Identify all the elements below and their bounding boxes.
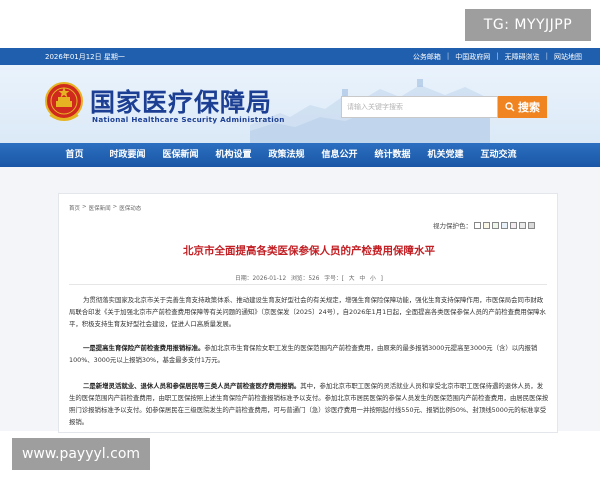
nav-item-home[interactable]: 首页 <box>48 143 101 167</box>
color-swatch[interactable] <box>483 221 490 229</box>
link-gov[interactable]: 中国政府网 <box>455 52 490 62</box>
color-swatch[interactable] <box>510 221 517 229</box>
national-emblem-icon <box>45 82 83 121</box>
article-panel: 首页 > 医保新闻 > 医保动态 视力保护色： 北京市全面提高各类医保参保人员的… <box>58 193 558 433</box>
nav-item-policy[interactable]: 政策法规 <box>260 143 313 167</box>
nav-item-healthcare-news[interactable]: 医保新闻 <box>154 143 207 167</box>
article-paragraph-3: 二是新增灵活就业、退休人员和参保居民等三类人员产前检查医疗费用报销。其中，参加北… <box>69 380 549 428</box>
breadcrumb: 首页 > 医保新闻 > 医保动态 <box>69 204 141 212</box>
paragraph-3-lead: 二是新增灵活就业、退休人员和参保居民等三类人员产前检查医疗费用报销。 <box>83 382 301 390</box>
nav-item-disclosure[interactable]: 信息公开 <box>313 143 366 167</box>
eye-protection-colors: 视力保护色： <box>433 220 535 230</box>
eye-protection-label: 视力保护色： <box>433 222 472 230</box>
top-bar: 2026年01月12日 星期一 公务邮箱 | 中国政府网 | 无障碍浏览 | 网… <box>0 48 600 65</box>
search-input[interactable]: 请输入关键字搜索 <box>341 96 498 118</box>
link-separator: | <box>545 52 548 60</box>
color-swatch[interactable] <box>519 221 526 229</box>
paragraph-2-lead: 一是提高生育保险产前检查费用报销标准。 <box>83 344 205 352</box>
link-mail[interactable]: 公务邮箱 <box>413 52 441 62</box>
breadcrumb-news[interactable]: 医保新闻 <box>89 204 111 212</box>
site-title: 国家医疗保障局 <box>90 88 273 117</box>
nav-item-news[interactable]: 时政要闻 <box>101 143 154 167</box>
link-separator: | <box>446 52 450 60</box>
nav-item-statistics[interactable]: 统计数据 <box>366 143 419 167</box>
article-title: 北京市全面提高各类医保参保人员的产检费用保障水平 <box>183 245 435 257</box>
nav-item-organization[interactable]: 机构设置 <box>207 143 260 167</box>
link-sitemap[interactable]: 网站地图 <box>554 52 582 62</box>
breadcrumb-current[interactable]: 医保动态 <box>119 204 141 212</box>
topbar-links: 公务邮箱 | 中国政府网 | 无障碍浏览 | 网站地图 <box>413 52 582 62</box>
divider <box>69 284 547 285</box>
site-title-english: National Healthcare Security Administrat… <box>92 115 285 124</box>
search-icon <box>505 102 515 112</box>
color-swatch[interactable] <box>501 221 508 229</box>
color-swatch[interactable] <box>492 221 499 229</box>
link-separator: | <box>496 52 499 60</box>
search-button[interactable]: 搜索 <box>498 96 547 118</box>
topbar-date: 2026年01月12日 星期一 <box>45 53 125 61</box>
watermark-url: www.payyyl.com <box>12 438 150 470</box>
breadcrumb-separator: > <box>112 204 118 210</box>
watermark-tg: TG: MYYJJPP <box>465 9 591 41</box>
nav-item-party[interactable]: 机关党建 <box>419 143 472 167</box>
nav-item-interaction[interactable]: 互动交流 <box>472 143 525 167</box>
color-swatch[interactable] <box>528 221 535 229</box>
link-accessibility[interactable]: 无障碍浏览 <box>505 52 540 62</box>
article-paragraph-2: 一是提高生育保险产前检查费用报销标准。参加北京市生育保险女职工发生的医保范围内产… <box>69 342 549 366</box>
breadcrumb-separator: > <box>82 204 87 210</box>
search-button-label: 搜索 <box>518 101 540 114</box>
main-nav: 首页 时政要闻 医保新闻 机构设置 政策法规 信息公开 统计数据 机关党建 互动… <box>0 143 600 167</box>
header-banner: 国家医疗保障局 National Healthcare Security Adm… <box>0 65 600 143</box>
article-meta: 日期：2026-01-12 浏览：526 字号：[ 大 中 小 ] <box>235 276 383 282</box>
article-paragraph-1: 为贯彻落实国家及北京市关于完善生育支持政策体系、推动建设生育友好型社会的有关规定… <box>69 296 546 328</box>
color-swatch[interactable] <box>474 221 481 229</box>
breadcrumb-home[interactable]: 首页 <box>69 204 80 212</box>
